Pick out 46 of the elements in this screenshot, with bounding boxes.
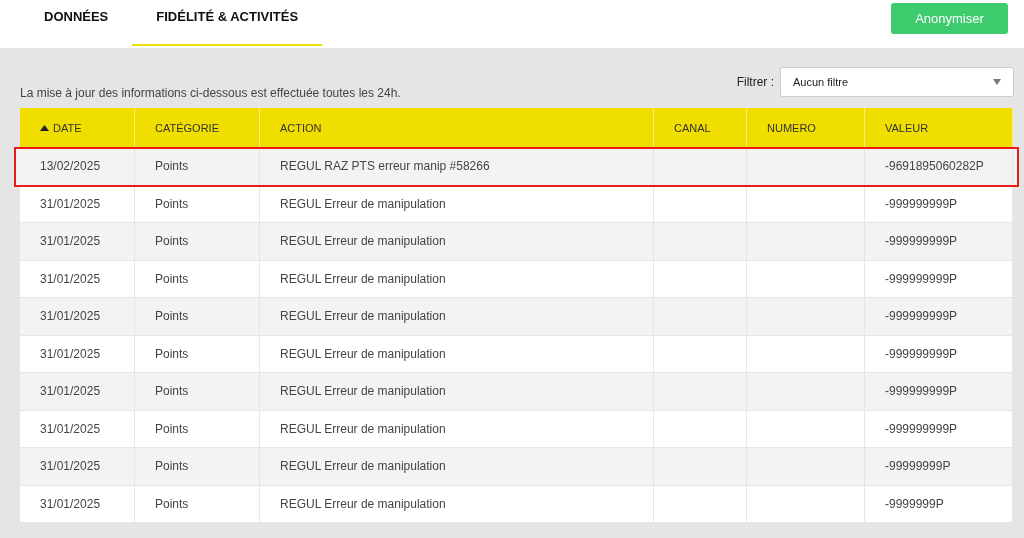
table-cell: REGUL RAZ PTS erreur manip #58266 [280,159,490,174]
table-cell: -9691895060282P [885,159,984,174]
table-cell: REGUL Erreur de manipulation [280,346,446,361]
table-cell: -999999999P [885,421,958,436]
table-cell: -999999999P [885,196,958,211]
table-cell: Points [155,459,189,474]
info-text: La mise à jour des informations ci-dessous est effectuée toutes les 24h. [20,86,401,100]
table-cell: Points [155,384,189,399]
table-cell: 31/01/2025 [40,421,101,436]
table-cell: Points [155,496,189,511]
table-cell: REGUL Erreur de manipulation [280,384,446,399]
table-cell: REGUL Erreur de manipulation [280,234,446,249]
table-cell: Points [155,271,189,286]
table-cell: 31/01/2025 [40,271,101,286]
table-cell: REGUL Erreur de manipulation [280,271,446,286]
table-cell: Points [155,234,189,249]
table-cell: 13/02/2025 [40,159,101,174]
tab[interactable]: FIDÉLITÉ & ACTIVITÉS [132,0,323,46]
table-cell: 31/01/2025 [40,346,101,361]
table-cell: Points [155,421,189,436]
caret-icon [993,79,1001,85]
table-cell: -9999999P [885,496,944,511]
filter-dropdown[interactable]: Aucun filtre [780,67,1014,97]
table-cell: Points [155,196,189,211]
table-cell: -999999999P [885,271,958,286]
table-cell: 31/01/2025 [40,234,101,249]
table-cell: REGUL Erreur de manipulation [280,196,446,211]
table-cell: Points [155,159,189,174]
table-cell: 31/01/2025 [40,309,101,324]
table-cell: 31/01/2025 [40,496,101,511]
table-cell: REGUL Erreur de manipulation [280,309,446,324]
table-cell: Points [155,346,189,361]
table-cell: -999999999P [885,309,958,324]
table-cell: -999999999P [885,346,958,361]
table-cell: 31/01/2025 [40,196,101,211]
table-cell: 31/01/2025 [40,384,101,399]
table-cell: 31/01/2025 [40,459,101,474]
table-cell: -99999999P [885,459,951,474]
table-cell: REGUL Erreur de manipulation [280,459,446,474]
table-cell: REGUL Erreur de manipulation [280,421,446,436]
filter-label: Filtrer : [736,75,774,89]
table-cell: Points [155,309,189,324]
tab[interactable]: DONNÉES [20,0,133,46]
table-cell: -999999999P [885,234,958,249]
table-cell: REGUL Erreur de manipulation [280,496,446,511]
table-cell: -999999999P [885,384,958,399]
